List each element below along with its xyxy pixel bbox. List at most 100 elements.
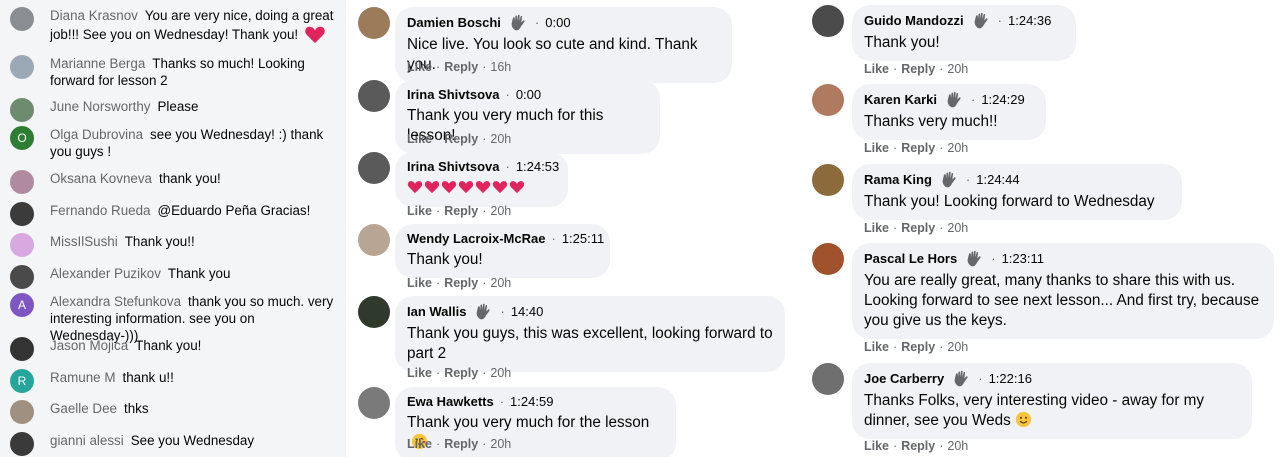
comment-author-name[interactable]: Guido Mandozzi [864,13,964,29]
like-button[interactable]: Like [864,340,889,354]
avatar[interactable]: R [10,369,34,393]
comment-age[interactable]: 20h [947,141,968,155]
like-button[interactable]: Like [864,439,889,453]
avatar[interactable] [10,233,34,257]
avatar[interactable] [358,296,390,328]
avatar[interactable] [10,170,34,194]
like-button[interactable]: Like [407,366,432,380]
comment-age[interactable]: 16h [490,60,511,74]
reply-button[interactable]: Reply [901,340,935,354]
like-button[interactable]: Like [864,141,889,155]
reply-button[interactable]: Reply [444,132,478,146]
chat-author-name[interactable]: Oksana Kovneva [50,171,152,186]
chat-author-name[interactable]: Olga Dubrovina [50,127,143,142]
reply-button[interactable]: Reply [444,437,478,451]
comment-author-name[interactable]: Irina Shivtsova [407,87,499,103]
reply-button[interactable]: Reply [901,221,935,235]
reply-button[interactable]: Reply [444,60,478,74]
comment-age[interactable]: 20h [490,366,511,380]
avatar[interactable] [812,5,844,37]
video-timestamp[interactable]: 1:24:29 [981,92,1024,108]
comment-age[interactable]: 20h [490,132,511,146]
video-timestamp[interactable]: 0:00 [516,87,541,103]
separator-dot: · [534,15,540,30]
video-timestamp[interactable]: 0:00 [545,15,570,31]
comment-age[interactable]: 20h [947,221,968,235]
avatar[interactable] [10,55,34,79]
avatar[interactable] [812,164,844,196]
video-timestamp[interactable]: 1:24:44 [976,172,1019,188]
comment-author-name[interactable]: Ian Wallis [407,304,466,320]
chat-author-name[interactable]: Alexandra Stefunkova [50,294,181,309]
avatar[interactable] [10,7,34,31]
like-button[interactable]: Like [864,62,889,76]
avatar[interactable] [358,224,390,256]
chat-author-name[interactable]: Fernando Rueda [50,203,151,218]
avatar[interactable] [10,432,34,456]
avatar[interactable] [358,7,390,39]
smiling-face-emoji-icon [1015,411,1031,428]
separator-dot: · [499,394,505,409]
video-timestamp[interactable]: 14:40 [511,304,544,320]
comment-author-name[interactable]: Wendy Lacroix-McRae [407,231,545,247]
comment-age[interactable]: 20h [947,439,968,453]
avatar[interactable] [812,363,844,395]
comment-author-name[interactable]: Damien Boschi [407,15,501,31]
like-button[interactable]: Like [407,204,432,218]
comment-age[interactable]: 20h [490,204,511,218]
comment-author-name[interactable]: Karen Karki [864,92,937,108]
like-button[interactable]: Like [407,276,432,290]
avatar[interactable] [358,152,390,184]
chat-author-name[interactable]: Gaelle Dee [50,401,117,416]
chat-author-name[interactable]: Marianne Berga [50,56,145,71]
reply-button[interactable]: Reply [444,366,478,380]
reply-button[interactable]: Reply [901,439,935,453]
reply-button[interactable]: Reply [901,62,935,76]
comment-text: Thanks very much!! [864,113,998,130]
avatar[interactable]: O [10,126,34,150]
chat-author-name[interactable]: MissIlSushi [50,234,118,249]
comment-actions: Like · Reply · 20h [407,204,512,218]
like-button[interactable]: Like [407,60,432,74]
avatar[interactable] [812,243,844,275]
comment-age[interactable]: 20h [490,437,511,451]
avatar[interactable] [358,80,390,112]
chat-author-name[interactable]: Alexander Puzikov [50,266,161,281]
like-button[interactable]: Like [864,221,889,235]
avatar[interactable] [10,98,34,122]
chat-author-name[interactable]: Diana Krasnov [50,8,138,23]
comment-age[interactable]: 20h [947,340,968,354]
reply-button[interactable]: Reply [444,204,478,218]
avatar[interactable] [812,84,844,116]
video-timestamp[interactable]: 1:24:59 [510,394,553,410]
like-button[interactable]: Like [407,437,432,451]
chat-author-name[interactable]: gianni alessi [50,433,124,448]
comment-age[interactable]: 20h [490,276,511,290]
comment-author-name[interactable]: Irina Shivtsova [407,159,499,175]
reply-button[interactable]: Reply [901,141,935,155]
chat-author-name[interactable]: Jason Mojica [50,338,128,353]
heart-emoji-icon [492,181,508,194]
video-timestamp[interactable]: 1:22:16 [989,371,1032,387]
heart-emoji-icon [305,26,325,44]
comment-author-name[interactable]: Pascal Le Hors [864,251,957,267]
comment-age[interactable]: 20h [947,62,968,76]
comment-author-name[interactable]: Rama King [864,172,932,188]
avatar[interactable] [358,387,390,419]
video-timestamp[interactable]: 1:24:36 [1008,13,1051,29]
chat-message-body: Marianne Berga Thanks so much! Looking fo… [50,55,340,89]
like-button[interactable]: Like [407,132,432,146]
video-timestamp[interactable]: 1:24:53 [516,159,559,175]
avatar[interactable]: A [10,293,34,317]
avatar[interactable] [10,202,34,226]
comment-author-name[interactable]: Joe Carberry [864,371,944,387]
avatar[interactable] [10,400,34,424]
comment-author-name[interactable]: Ewa Hawketts [407,394,494,410]
reply-button[interactable]: Reply [444,276,478,290]
chat-author-name[interactable]: June Norsworthy [50,99,150,114]
video-timestamp[interactable]: 1:23:11 [1002,251,1044,267]
avatar[interactable] [10,337,34,361]
avatar[interactable] [10,265,34,289]
video-timestamp[interactable]: 1:25:11 [562,231,604,247]
chat-author-name[interactable]: Ramune M [50,370,116,385]
